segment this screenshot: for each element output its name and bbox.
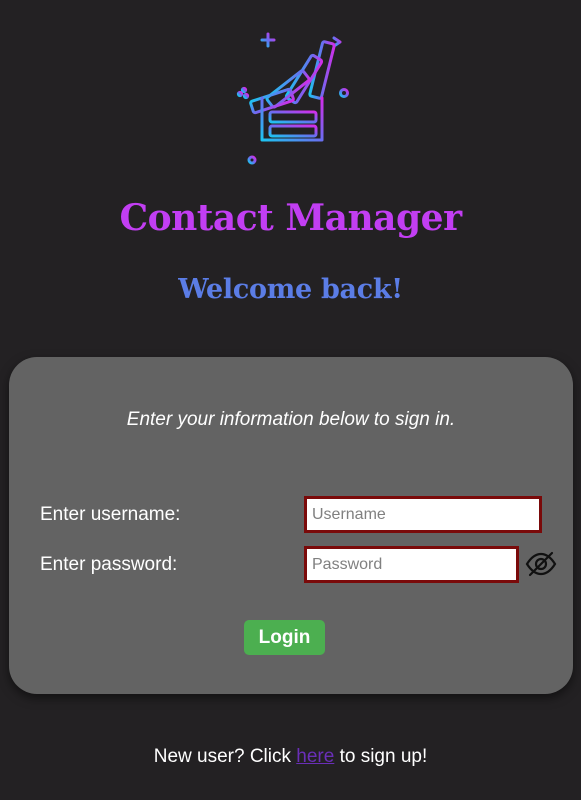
eye-slash-icon[interactable] bbox=[524, 549, 558, 579]
password-label: Enter password: bbox=[40, 554, 178, 575]
welcome-heading: Welcome back! bbox=[178, 274, 403, 305]
signup-prompt: New user? Click here to sign up! bbox=[0, 746, 581, 768]
username-label: Enter username: bbox=[40, 504, 181, 525]
login-card: Enter your information below to sign in.… bbox=[9, 357, 573, 694]
stacked-books-logo-icon bbox=[236, 32, 349, 165]
signup-suffix: to sign up! bbox=[334, 746, 428, 767]
password-input[interactable] bbox=[304, 546, 519, 583]
signup-link[interactable]: here bbox=[296, 746, 334, 767]
login-page: Contact Manager Welcome back! Enter your… bbox=[0, 0, 581, 800]
app-title: Contact Manager bbox=[119, 197, 462, 239]
instructions-text: Enter your information below to sign in. bbox=[126, 409, 456, 430]
signup-prefix: New user? Click bbox=[153, 746, 297, 767]
username-input[interactable] bbox=[304, 496, 542, 533]
login-button[interactable]: Login bbox=[244, 620, 325, 655]
